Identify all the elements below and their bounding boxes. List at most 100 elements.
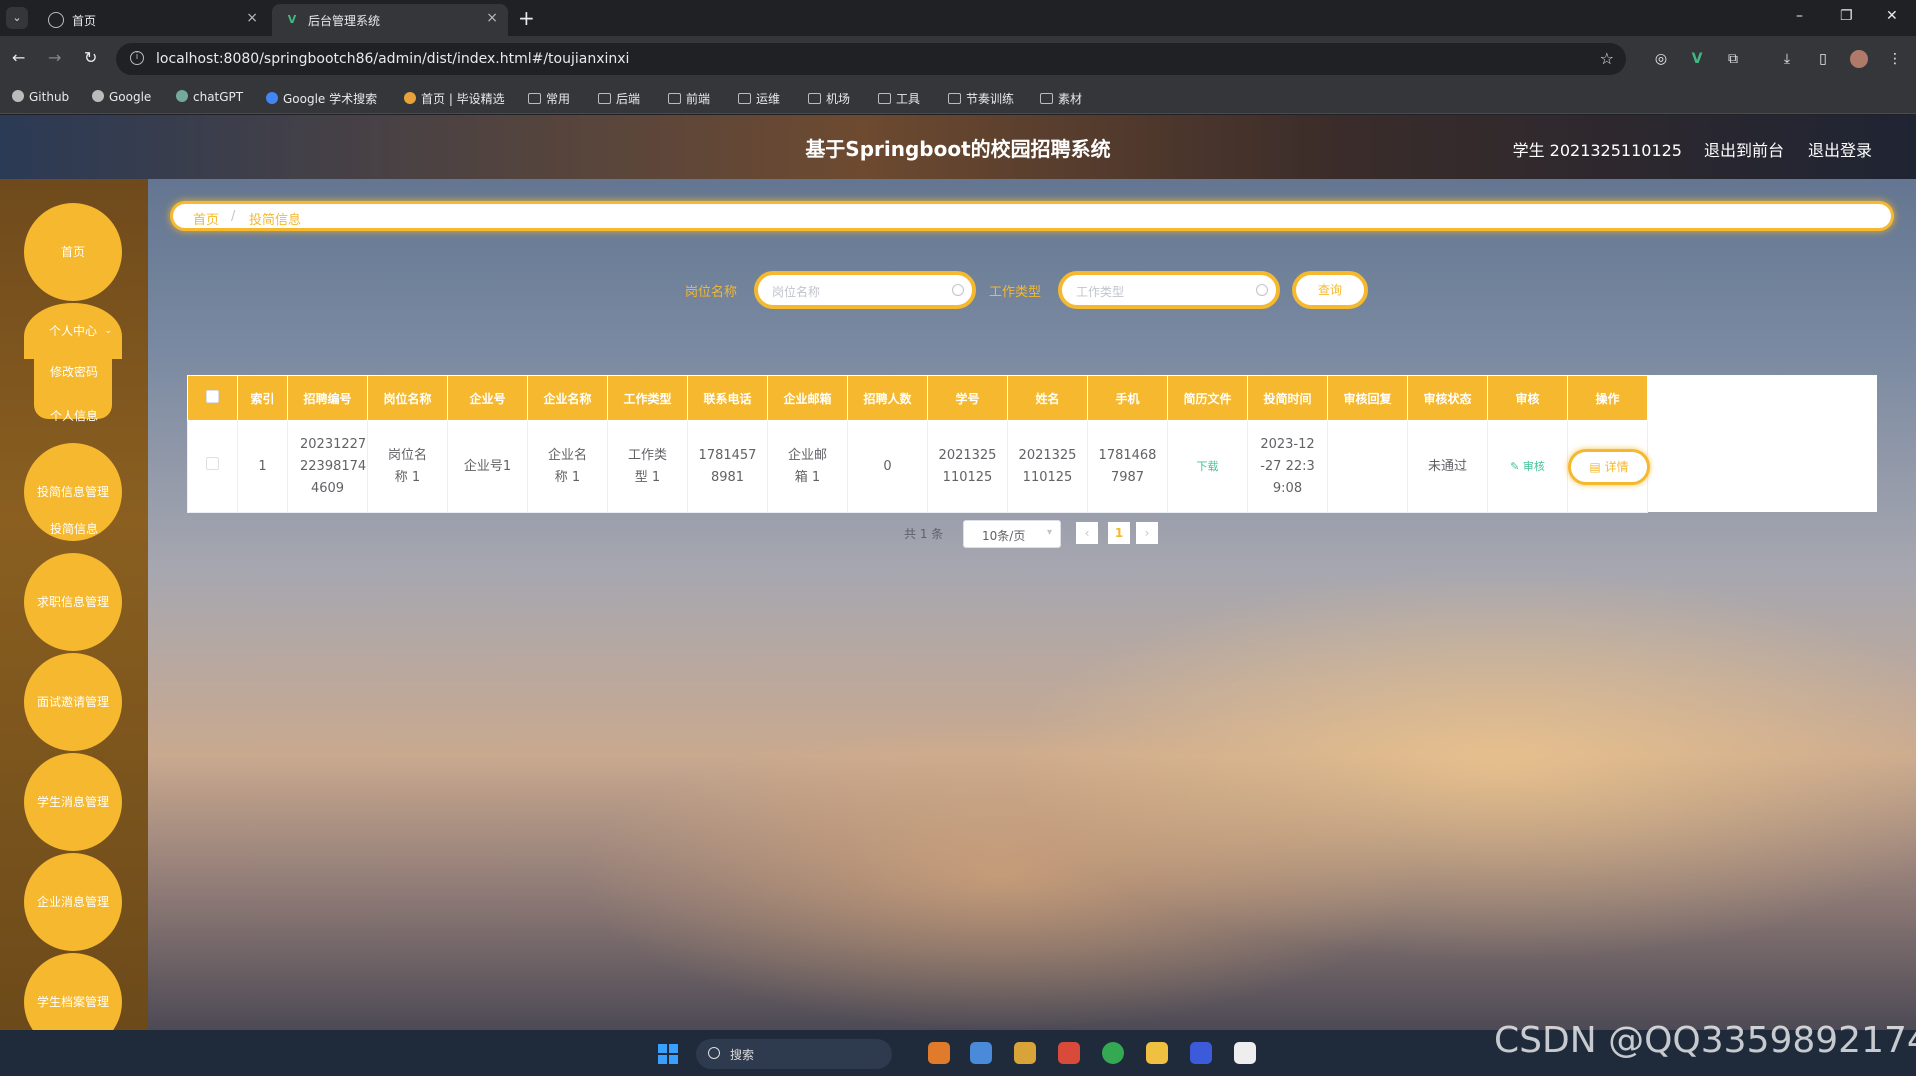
column-header: 操作 (1567, 375, 1648, 421)
sidebar-item-interview-mgmt[interactable]: 面试邀请管理 (24, 653, 122, 751)
cell-status: 未通过 (1407, 420, 1488, 513)
bookmark-folder-tools[interactable]: 工具 (878, 90, 920, 107)
page-number[interactable]: 1 (1108, 522, 1130, 544)
column-header: 索引 (237, 375, 288, 421)
bookmark-google-scholar[interactable]: Google 学术搜索 (266, 90, 377, 107)
audit-button[interactable]: ✎ 审核 (1510, 460, 1545, 473)
minimize-icon[interactable]: – (1796, 8, 1803, 24)
column-header: 联系电话 (687, 375, 768, 421)
new-tab-plus-icon[interactable]: + (518, 6, 535, 30)
current-user: 学生 2021325110125 (1512, 141, 1682, 160)
bookmarks-bar: Github Google chatGPT Google 学术搜索 首页 | 毕… (0, 82, 1916, 114)
sidebar-item-home[interactable]: 首页 (24, 203, 122, 301)
bookmark-label: 常用 (546, 92, 571, 106)
pagination-total: 共 1 条 (904, 527, 944, 541)
back-to-front-link[interactable]: 退出到前台 (1704, 137, 1784, 161)
breadcrumb-separator: / (231, 209, 236, 224)
tab-list-chevron-icon[interactable]: ⌄ (6, 7, 28, 29)
tab-title: 后台管理系统 (308, 14, 381, 28)
bookmark-github[interactable]: Github (12, 90, 69, 104)
file-explorer-icon[interactable] (1146, 1042, 1168, 1064)
bookmark-folder-rhythm[interactable]: 节奏训练 (948, 90, 1014, 107)
sidebar-item-personal-info[interactable]: 个人信息 (0, 407, 148, 424)
bookmark-label: 运维 (756, 92, 781, 106)
page-size-value: 10条/页 (982, 529, 1026, 543)
site-info-icon[interactable]: i (130, 51, 144, 65)
cell-company-no: 企业号1 (447, 420, 528, 513)
windows-start-icon[interactable] (658, 1044, 678, 1064)
sidebar-item-student-msg-mgmt[interactable]: 学生消息管理 (24, 753, 122, 851)
sidebar-item-change-password[interactable]: 修改密码 (0, 363, 148, 380)
column-header: 企业号 (447, 375, 528, 421)
page-size-select[interactable]: 10条/页 ▾ (963, 520, 1061, 548)
bookmark-folder-airport[interactable]: 机场 (808, 90, 850, 107)
row-checkbox[interactable] (206, 456, 219, 470)
forward-arrow-icon[interactable]: → (48, 48, 61, 67)
url-text[interactable]: localhost:8080/springbootch86/admin/dist… (156, 51, 629, 67)
work-type-input[interactable]: 工作类型 (1058, 271, 1280, 309)
side-panel-icon[interactable]: ▯ (1814, 50, 1832, 68)
qq-icon[interactable] (1234, 1042, 1256, 1064)
download-link[interactable]: 下载 (1197, 460, 1219, 473)
detail-button[interactable]: ▤ 详情 (1568, 448, 1650, 485)
vue-devtools-icon[interactable]: V (1688, 50, 1706, 68)
column-header: 姓名 (1007, 375, 1088, 421)
everything-search-icon[interactable] (928, 1042, 950, 1064)
sidebar-item-job-mgmt[interactable]: 求职信息管理 (24, 553, 122, 651)
bookmark-folder-frontend[interactable]: 前端 (668, 90, 710, 107)
row-select-cell[interactable] (187, 420, 238, 513)
query-button[interactable]: 查询 (1292, 271, 1368, 309)
bookmark-chatgpt[interactable]: chatGPT (176, 90, 243, 104)
bookmark-bishe[interactable]: 首页 | 毕设精选 (404, 90, 505, 107)
remote-desktop-icon[interactable] (970, 1042, 992, 1064)
bookmark-folder-changyong[interactable]: 常用 (528, 90, 570, 107)
close-icon[interactable]: × (486, 10, 498, 26)
incognito-icon[interactable]: ◎ (1652, 50, 1670, 68)
address-bar[interactable]: i localhost:8080/springbootch86/admin/di… (116, 43, 1626, 75)
select-all-header[interactable] (187, 375, 238, 421)
logout-link[interactable]: 退出登录 (1808, 137, 1872, 161)
bookmark-folder-assets[interactable]: 素材 (1040, 90, 1082, 107)
more-menu-icon[interactable]: ⋮ (1886, 50, 1904, 68)
job-name-input[interactable]: 岗位名称 (754, 271, 976, 309)
bookmark-google[interactable]: Google (92, 90, 151, 104)
prev-page-chevron-icon[interactable]: ‹ (1076, 522, 1098, 544)
admin-page: 基于Springboot的校园招聘系统 学生 2021325110125 退出到… (0, 115, 1916, 1030)
sidebar-item-company-msg-mgmt[interactable]: 企业消息管理 (24, 853, 122, 951)
sidebar-item-student-file-mgmt[interactable]: 学生档案管理 (24, 953, 122, 1030)
browser-tab-admin[interactable]: V 后台管理系统 × (272, 4, 508, 36)
folder-icon (1040, 93, 1053, 104)
sidebar-menu: 首页 个人中心 ⌄ 修改密码 个人信息 投简信息管理 投简信息 求职信息管理 面… (0, 179, 148, 1030)
search-icon (708, 1047, 720, 1059)
bookmark-star-icon[interactable]: ☆ (1600, 49, 1614, 68)
browser-tab-home[interactable]: 首页 × (36, 4, 268, 36)
next-page-chevron-icon[interactable]: › (1136, 522, 1158, 544)
sidebar-item-personal-center[interactable]: 个人中心 ⌄ (24, 303, 122, 359)
extensions-icon[interactable]: ⧉ (1724, 50, 1742, 68)
cell-job-name: 岗位名称 1 (367, 420, 448, 513)
chrome-icon[interactable] (1102, 1042, 1124, 1064)
folder-icon (808, 93, 821, 104)
chevron-down-icon: ⌄ (104, 326, 112, 336)
breadcrumb-home[interactable]: 首页 (193, 209, 219, 228)
bookmark-label: 工具 (896, 92, 921, 106)
sidebar-item-resume-info[interactable]: 投简信息 (0, 520, 148, 537)
snail-app-icon[interactable] (1058, 1042, 1080, 1064)
cell-index: 1 (237, 420, 288, 513)
reload-icon[interactable]: ↻ (84, 48, 97, 67)
taskbar-search[interactable]: 搜索 (696, 1039, 892, 1069)
window-close-icon[interactable]: ✕ (1886, 8, 1898, 24)
bookmark-folder-ops[interactable]: 运维 (738, 90, 780, 107)
bookmark-folder-backend[interactable]: 后端 (598, 90, 640, 107)
close-icon[interactable]: × (246, 10, 258, 26)
cell-work-type: 工作类型 1 (607, 420, 688, 513)
bookmark-label: 前端 (686, 92, 711, 106)
audit-label: 审核 (1522, 459, 1545, 473)
ide-icon[interactable] (1190, 1042, 1212, 1064)
download-icon[interactable]: ⤓ (1778, 50, 1796, 68)
select-all-checkbox[interactable] (206, 390, 219, 403)
back-arrow-icon[interactable]: ← (12, 48, 25, 67)
restore-icon[interactable]: ❐ (1840, 8, 1853, 24)
avatar[interactable] (1850, 50, 1868, 68)
paw-app-icon[interactable] (1014, 1042, 1036, 1064)
